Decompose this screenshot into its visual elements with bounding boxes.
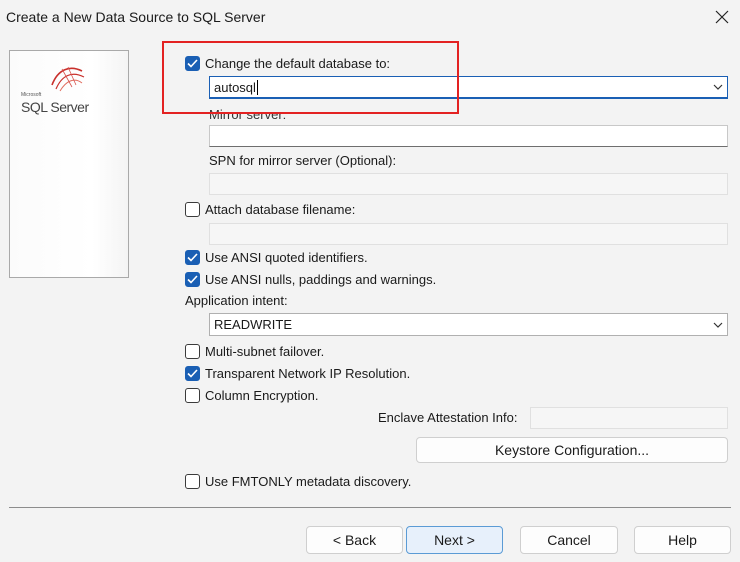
app-intent-value: READWRITE (214, 317, 292, 332)
enclave-input[interactable] (530, 407, 728, 429)
window-title: Create a New Data Source to SQL Server (6, 9, 266, 25)
cancel-button[interactable]: Cancel (520, 526, 618, 554)
checkbox-box[interactable] (185, 202, 200, 217)
help-button[interactable]: Help (634, 526, 731, 554)
spn-label: SPN for mirror server (Optional): (209, 153, 397, 168)
transparent-ip-checkbox[interactable]: Transparent Network IP Resolution. (185, 366, 410, 381)
sql-server-logo: Microsoft SQL Server (20, 63, 120, 118)
checkmark-icon (187, 253, 198, 262)
transparent-ip-label: Transparent Network IP Resolution. (205, 366, 411, 381)
close-button[interactable] (706, 2, 738, 32)
mirror-server-input[interactable] (209, 125, 728, 147)
column-encryption-label: Column Encryption. (205, 388, 319, 403)
attach-db-label: Attach database filename: (205, 202, 356, 217)
multi-subnet-label: Multi-subnet failover. (205, 344, 325, 359)
fmtonly-checkbox[interactable]: Use FMTONLY metadata discovery. (185, 474, 411, 489)
ansi-quoted-label: Use ANSI quoted identifiers. (205, 250, 368, 265)
title-bar: Create a New Data Source to SQL Server (0, 0, 740, 36)
chevron-down-icon[interactable] (709, 84, 727, 90)
app-intent-label: Application intent: (185, 293, 288, 308)
keystore-configuration-button[interactable]: Keystore Configuration... (416, 437, 728, 463)
multi-subnet-checkbox[interactable]: Multi-subnet failover. (185, 344, 324, 359)
sql-server-emblem-icon (51, 66, 85, 92)
logo-sql-server-text: SQL Server (21, 99, 89, 115)
logo-microsoft-text: Microsoft (21, 92, 42, 98)
annotation-highlight-box (162, 41, 459, 114)
back-button[interactable]: < Back (306, 526, 403, 554)
spn-input[interactable] (209, 173, 728, 195)
attach-db-checkbox[interactable]: Attach database filename: (185, 202, 355, 217)
close-icon (715, 10, 729, 24)
checkbox-box[interactable] (185, 474, 200, 489)
side-banner: Microsoft SQL Server (9, 50, 129, 278)
checkmark-icon (187, 275, 198, 284)
fmtonly-label: Use FMTONLY metadata discovery. (205, 474, 412, 489)
chevron-down-icon[interactable] (709, 322, 727, 328)
checkbox-box[interactable] (185, 272, 200, 287)
ansi-nulls-checkbox[interactable]: Use ANSI nulls, paddings and warnings. (185, 272, 436, 287)
ansi-quoted-checkbox[interactable]: Use ANSI quoted identifiers. (185, 250, 368, 265)
next-button[interactable]: Next > (406, 526, 503, 554)
checkmark-icon (187, 369, 198, 378)
checkbox-box[interactable] (185, 388, 200, 403)
column-encryption-checkbox[interactable]: Column Encryption. (185, 388, 318, 403)
checkbox-box[interactable] (185, 250, 200, 265)
attach-db-input[interactable] (209, 223, 728, 245)
enclave-label: Enclave Attestation Info: (378, 410, 518, 425)
checkbox-box[interactable] (185, 344, 200, 359)
footer-separator (9, 507, 731, 508)
app-intent-select[interactable]: READWRITE (209, 313, 728, 336)
checkbox-box[interactable] (185, 366, 200, 381)
ansi-nulls-label: Use ANSI nulls, paddings and warnings. (205, 272, 437, 287)
